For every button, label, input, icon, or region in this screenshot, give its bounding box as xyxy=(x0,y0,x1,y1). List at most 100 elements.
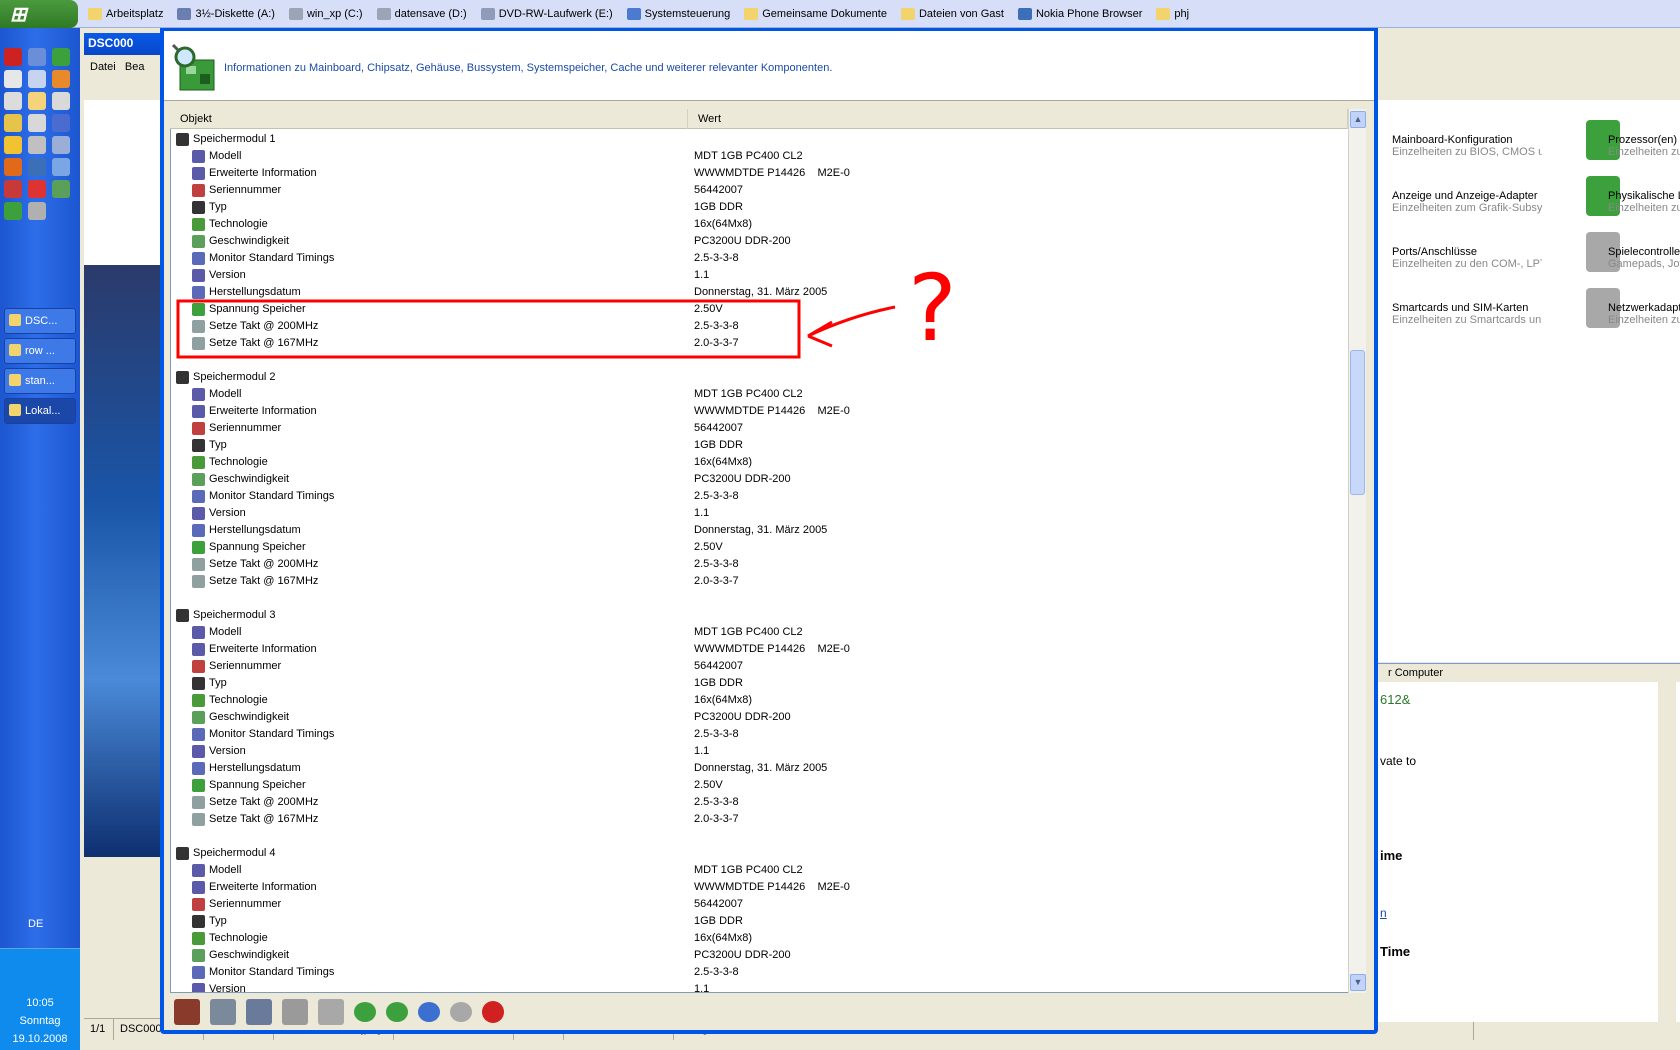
table-row[interactable]: Spannung Speicher 2.50V xyxy=(171,301,1341,318)
table-row[interactable]: Herstellungsdatum Donnerstag, 31. März 20… xyxy=(171,284,1341,301)
launch-icon[interactable] xyxy=(4,48,22,66)
forward-icon[interactable] xyxy=(386,1002,408,1022)
module-row[interactable]: Speichermodul 4 xyxy=(171,845,1341,862)
table-row[interactable]: Monitor Standard Timings 2.5-3-3-8 xyxy=(171,726,1341,743)
table-row[interactable]: Seriennummer 56442007 xyxy=(171,896,1341,913)
table-row[interactable]: Monitor Standard Timings 2.5-3-3-8 xyxy=(171,488,1341,505)
launch-icon[interactable] xyxy=(4,180,22,198)
table-row[interactable]: Version 1.1 xyxy=(171,743,1341,760)
launch-icon[interactable] xyxy=(28,180,46,198)
quick-launch-item[interactable]: Gemeinsame Dokumente xyxy=(744,8,887,20)
launch-icon[interactable] xyxy=(52,48,70,66)
launch-icon[interactable] xyxy=(4,70,22,88)
table-row[interactable]: Setze Takt @ 200MHz 2.5-3-3-8 xyxy=(171,556,1341,573)
table-row[interactable]: Setze Takt @ 167MHz 2.0-3-3-7 xyxy=(171,335,1341,352)
background-window-title[interactable]: DSC000 xyxy=(84,33,164,55)
table-row[interactable]: Geschwindigkeit PC3200U DDR-200 xyxy=(171,709,1341,726)
launch-icon[interactable] xyxy=(28,114,46,132)
table-row[interactable]: Modell MDT 1GB PC400 CL2 xyxy=(171,624,1341,641)
launch-icon[interactable] xyxy=(52,92,70,110)
menu-bearbeiten[interactable]: Bea xyxy=(125,61,145,73)
quick-launch-item[interactable]: Dateien von Gast xyxy=(900,8,1004,20)
table-row[interactable]: Setze Takt @ 200MHz 2.5-3-3-8 xyxy=(171,794,1341,811)
clock-time[interactable]: 10:05 xyxy=(0,997,80,1009)
ok-icon[interactable] xyxy=(450,1002,472,1022)
quick-launch-item[interactable]: Nokia Phone Browser xyxy=(1017,8,1142,20)
taskbar-button[interactable]: stan... xyxy=(4,368,76,394)
table-row[interactable]: Geschwindigkeit PC3200U DDR-200 xyxy=(171,471,1341,488)
table-row[interactable]: Typ 1GB DDR xyxy=(171,437,1341,454)
language-indicator[interactable]: DE xyxy=(28,918,43,930)
save-icon[interactable] xyxy=(246,999,272,1025)
category-item[interactable]: Mainboard-Konfiguration Einzelheiten zu B… xyxy=(1392,134,1542,158)
table-row[interactable]: Herstellungsdatum Donnerstag, 31. März 20… xyxy=(171,760,1341,777)
launch-icon[interactable] xyxy=(52,180,70,198)
launch-icon[interactable] xyxy=(52,158,70,176)
category-item[interactable]: Physikalische LaEinzelheiten zu xyxy=(1608,190,1680,214)
quick-launch-item[interactable]: Systemsteuerung xyxy=(626,8,730,20)
launch-icon[interactable] xyxy=(28,48,46,66)
launch-icon[interactable] xyxy=(52,114,70,132)
back-icon[interactable] xyxy=(354,1002,376,1022)
category-item[interactable]: Prozessor(en) Einzelheiten zu xyxy=(1608,134,1680,158)
close-icon[interactable] xyxy=(482,1001,504,1023)
launch-icon[interactable] xyxy=(4,202,22,220)
table-row[interactable]: Geschwindigkeit PC3200U DDR-200 xyxy=(171,233,1341,250)
table-row[interactable]: Typ 1GB DDR xyxy=(171,199,1341,216)
table-row[interactable]: Modell MDT 1GB PC400 CL2 xyxy=(171,862,1341,879)
table-row[interactable]: Spannung Speicher 2.50V xyxy=(171,539,1341,556)
launch-icon[interactable] xyxy=(4,136,22,154)
table-row[interactable]: Setze Takt @ 167MHz 2.0-3-3-7 xyxy=(171,811,1341,828)
table-row[interactable]: Monitor Standard Timings 2.5-3-3-8 xyxy=(171,250,1341,267)
report-icon[interactable] xyxy=(174,999,200,1025)
table-row[interactable]: Modell MDT 1GB PC400 CL2 xyxy=(171,148,1341,165)
print-icon[interactable] xyxy=(282,999,308,1025)
category-item[interactable]: Netzwerkadapt Einzelheiten zu xyxy=(1608,302,1680,326)
taskbar-button[interactable]: row ... xyxy=(4,338,76,364)
table-row[interactable]: Modell MDT 1GB PC400 CL2 xyxy=(171,386,1341,403)
table-row[interactable]: Technologie 16x(64Mx8) xyxy=(171,216,1341,233)
launch-icon[interactable] xyxy=(4,92,22,110)
start-button[interactable]: ⊞ xyxy=(0,0,78,28)
column-objekt[interactable]: Objekt xyxy=(170,109,688,129)
menu-datei[interactable]: Datei xyxy=(90,61,116,73)
table-row[interactable]: Version 1.1 xyxy=(171,267,1341,284)
scroll-down-button[interactable]: ▼ xyxy=(1350,974,1366,991)
refresh-icon[interactable] xyxy=(418,1002,440,1022)
category-item[interactable]: Anzeige und Anzeige-Adapter Einzelheiten … xyxy=(1392,190,1542,214)
column-wert[interactable]: Wert xyxy=(688,109,1348,129)
taskbar-button[interactable]: Lokal... xyxy=(4,398,76,424)
table-row[interactable]: Spannung Speicher 2.50V xyxy=(171,777,1341,794)
quick-launch-item[interactable]: 3½-Diskette (A:) xyxy=(177,8,275,20)
launch-icon[interactable] xyxy=(52,70,70,88)
table-row[interactable]: Erweiterte Information WWWMDTDE P14426 M2… xyxy=(171,165,1341,182)
quick-launch-item[interactable]: Arbeitsplatz xyxy=(88,8,163,20)
table-row[interactable]: Monitor Standard Timings 2.5-3-3-8 xyxy=(171,964,1341,981)
table-row[interactable]: Technologie 16x(64Mx8) xyxy=(171,692,1341,709)
table-row[interactable]: Setze Takt @ 200MHz 2.5-3-3-8 xyxy=(171,318,1341,335)
table-row[interactable]: Herstellungsdatum Donnerstag, 31. März 20… xyxy=(171,522,1341,539)
launch-icon[interactable] xyxy=(28,136,46,154)
launch-icon[interactable] xyxy=(28,92,46,110)
category-item[interactable]: Smartcards und SIM-Karten Einzelheiten zu… xyxy=(1392,302,1542,326)
table-row[interactable]: Seriennummer 56442007 xyxy=(171,182,1341,199)
module-row[interactable]: Speichermodul 3 xyxy=(171,607,1341,624)
launch-icon[interactable] xyxy=(52,136,70,154)
table-row[interactable]: Seriennummer 56442007 xyxy=(171,420,1341,437)
module-row[interactable]: Speichermodul 2 xyxy=(171,369,1341,386)
table-row[interactable]: Typ 1GB DDR xyxy=(171,675,1341,692)
table-row[interactable]: Erweiterte Information WWWMDTDE P14426 M2… xyxy=(171,879,1341,896)
table-row[interactable]: Geschwindigkeit PC3200U DDR-200 xyxy=(171,947,1341,964)
table-row[interactable]: Erweiterte Information WWWMDTDE P14426 M2… xyxy=(171,403,1341,420)
table-row[interactable]: Version 1.1 xyxy=(171,981,1341,992)
scrollbar-thumb[interactable] xyxy=(1350,350,1365,495)
quick-launch-item[interactable]: datensave (D:) xyxy=(376,8,467,20)
launch-icon[interactable] xyxy=(28,70,46,88)
launch-icon[interactable] xyxy=(28,202,46,220)
table-row[interactable]: Version 1.1 xyxy=(171,505,1341,522)
quick-launch-item[interactable]: phj xyxy=(1156,8,1189,20)
chart-icon[interactable] xyxy=(318,999,344,1025)
table-row[interactable]: Technologie 16x(64Mx8) xyxy=(171,930,1341,947)
copy-icon[interactable] xyxy=(210,999,236,1025)
quick-launch-item[interactable]: DVD-RW-Laufwerk (E:) xyxy=(480,8,613,20)
